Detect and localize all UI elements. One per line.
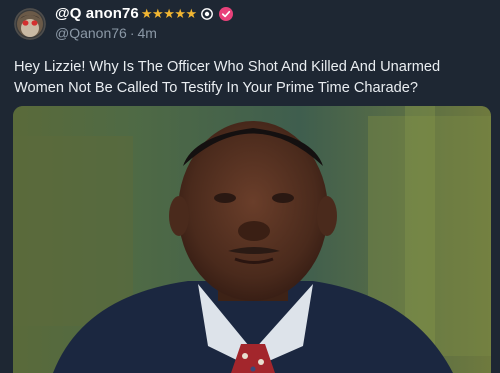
post-card[interactable]: @Q anon76 ★★★★★ @Qanon76 · 4m Hey Lizzie! …	[0, 0, 500, 373]
registered-circle-icon	[200, 7, 213, 20]
star-rating-icon: ★★★★★	[140, 6, 197, 21]
media-photo	[13, 106, 491, 373]
meta-separator: ·	[129, 25, 135, 41]
post-header: @Q anon76 ★★★★★ @Qanon76 · 4m	[55, 5, 490, 41]
avatar-image	[14, 8, 46, 40]
post-text: Hey Lizzie! Why Is The Officer Who Shot …	[14, 59, 441, 96]
avatar[interactable]	[14, 8, 46, 40]
display-name[interactable]: @Q anon76	[55, 5, 139, 22]
name-row: @Q anon76 ★★★★★	[55, 5, 490, 22]
user-handle[interactable]: @Qanon76	[55, 25, 127, 41]
post-media[interactable]	[13, 106, 491, 373]
verified-badge-icon	[218, 6, 233, 21]
post-timestamp[interactable]: 4m	[138, 25, 157, 41]
post-meta: @Qanon76 · 4m	[55, 25, 490, 41]
